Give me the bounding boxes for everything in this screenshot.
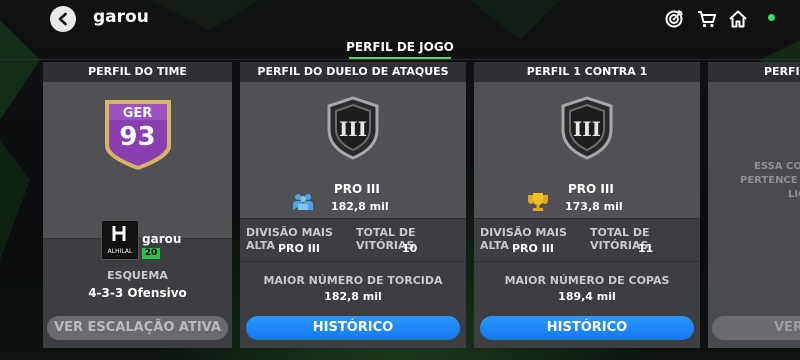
top-bar: garou bbox=[0, 0, 800, 38]
history-button[interactable]: HISTÓRICO bbox=[246, 316, 460, 340]
points-value: 182,8 mil bbox=[331, 200, 389, 213]
rank-numeral: III bbox=[573, 117, 601, 141]
record-label: MAIOR NÚMERO DE TORCIDA bbox=[263, 274, 443, 287]
locked-text-line-2: PERTENCE À bbox=[740, 175, 800, 186]
scheme-label: ESQUEMA bbox=[107, 269, 168, 282]
record-value: 189,4 mil bbox=[558, 290, 616, 303]
total-wins-value: 11 bbox=[638, 242, 654, 255]
card-title: PERFIL bbox=[708, 62, 800, 82]
history-button[interactable]: HISTÓRICO bbox=[480, 316, 694, 340]
view-button[interactable]: VER bbox=[712, 316, 800, 340]
tab-divider bbox=[0, 59, 800, 60]
card-body: GER 93 bbox=[43, 82, 232, 238]
record-label: MAIOR NÚMERO DE COPAS bbox=[504, 274, 670, 287]
online-status-dot bbox=[768, 14, 775, 21]
divider bbox=[240, 261, 466, 262]
divider bbox=[240, 218, 466, 219]
divider bbox=[474, 261, 700, 262]
ovr-value: 93 bbox=[119, 122, 156, 152]
cart-icon[interactable] bbox=[697, 9, 717, 29]
highest-division-value: PRO III bbox=[512, 242, 554, 255]
target-icon[interactable] bbox=[664, 9, 684, 29]
card-body: III PRO III 173,8 mil bbox=[474, 82, 700, 218]
club-name: garou bbox=[142, 232, 182, 246]
home-icon[interactable] bbox=[728, 9, 748, 29]
divider bbox=[474, 218, 700, 219]
rank-shield-icon: III bbox=[327, 96, 379, 160]
highest-division-value: PRO III bbox=[278, 242, 320, 255]
division-name: PRO III bbox=[568, 182, 614, 196]
points-value: 173,8 mil bbox=[565, 200, 623, 213]
back-icon bbox=[58, 12, 67, 26]
rank-shield-icon: III bbox=[561, 96, 613, 160]
ovr-label: GER bbox=[122, 106, 153, 121]
level-badge: 20 bbox=[142, 248, 160, 259]
division-name: PRO III bbox=[334, 182, 380, 196]
locked-text-line-1: ESSA CO bbox=[754, 161, 800, 172]
view-active-lineup-button[interactable]: VER ESCALAÇÃO ATIVA bbox=[47, 316, 228, 340]
scheme-value: 4-3-3 Ofensivo bbox=[88, 286, 187, 300]
attack-duel-profile-card: PERFIL DO DUELO DE ATAQUES III PRO III 1… bbox=[240, 62, 466, 348]
card-title: PERFIL DO DUELO DE ATAQUES bbox=[240, 62, 466, 82]
card-body: III PRO III 182,8 mil bbox=[240, 82, 466, 218]
team-profile-card: PERFIL DO TIME GER 93 ALHILAL garou 20 E… bbox=[43, 62, 232, 348]
card-title: PERFIL 1 CONTRA 1 bbox=[474, 62, 700, 82]
club-logo: ALHILAL bbox=[101, 220, 139, 260]
h2h-profile-card: PERFIL 1 CONTRA 1 III PRO III 173,8 mil … bbox=[474, 62, 700, 348]
locked-text-line-3: LIG bbox=[788, 189, 800, 200]
total-wins-value: 10 bbox=[402, 242, 418, 255]
crowd-icon bbox=[293, 194, 313, 210]
locked-profile-card: PERFIL ESSA CO PERTENCE À LIG VER bbox=[708, 62, 800, 348]
username: garou bbox=[93, 7, 149, 27]
trophy-icon bbox=[528, 193, 548, 211]
card-title: PERFIL DO TIME bbox=[43, 62, 232, 82]
back-button[interactable] bbox=[50, 6, 76, 32]
club-logo-text: ALHILAL bbox=[107, 248, 133, 255]
club-crest-icon bbox=[112, 226, 126, 241]
rank-numeral: III bbox=[339, 117, 367, 141]
record-value: 182,8 mil bbox=[324, 290, 382, 303]
